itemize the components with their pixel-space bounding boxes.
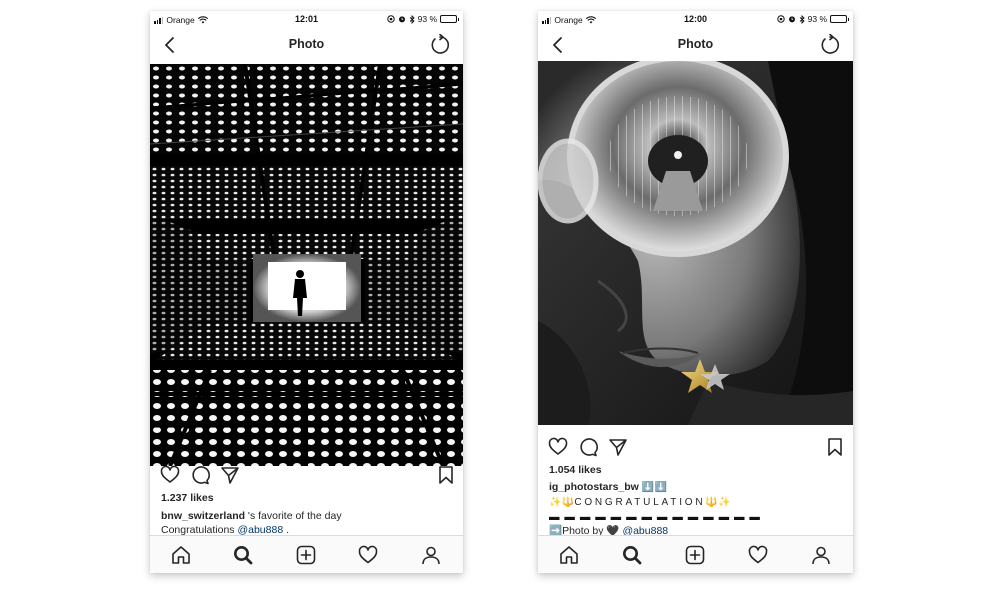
page-title: Photo [288, 37, 325, 51]
page-title: Photo [677, 37, 714, 51]
caption-username[interactable]: ig_photostars_bw [549, 481, 639, 493]
post-photo[interactable] [150, 64, 463, 466]
battery-icon [440, 15, 459, 23]
add-post-icon[interactable] [295, 544, 317, 566]
alarm-icon [788, 16, 795, 23]
profile-icon[interactable] [420, 544, 442, 566]
activity-heart-icon[interactable] [747, 544, 769, 566]
share-icon[interactable] [220, 465, 240, 485]
profile-icon[interactable] [810, 544, 832, 566]
home-icon[interactable] [558, 544, 580, 566]
post-photo[interactable] [538, 61, 853, 425]
nav-bar: Photo [538, 29, 853, 63]
tab-bar [150, 535, 463, 573]
comment-icon[interactable] [190, 465, 210, 485]
search-icon[interactable] [232, 544, 254, 566]
post-caption: bnw_switzerland 's favorite of the day C… [161, 509, 455, 537]
bookmark-icon[interactable] [436, 465, 456, 485]
add-post-icon[interactable] [684, 544, 706, 566]
battery-icon [830, 15, 849, 23]
comment-icon[interactable] [578, 437, 598, 457]
bluetooth-icon [409, 14, 415, 24]
caption-dashes: ▬ ▬ ▬ ▬ ▬ ▬ ▬ ▬ ▬ ▬ ▬ ▬ ▬ ▬ [549, 511, 761, 523]
caption-line-2: ✨🔱CONGRATULATION🔱✨ [549, 495, 845, 510]
battery-percent: 93 % [807, 14, 827, 24]
activity-heart-icon[interactable] [357, 544, 379, 566]
bluetooth-icon [799, 14, 805, 24]
search-icon[interactable] [621, 544, 643, 566]
likes-count[interactable]: 1.237 likes [161, 492, 214, 504]
post-caption: ig_photostars_bw ⬇️⬇️ ✨🔱CONGRATULATION🔱✨… [549, 480, 845, 538]
bookmark-icon[interactable] [825, 437, 845, 457]
caption-line-1: ig_photostars_bw ⬇️⬇️ [549, 480, 845, 495]
caption-line-1: bnw_switzerland 's favorite of the day [161, 509, 455, 523]
share-icon[interactable] [608, 437, 628, 457]
caption-congrats-suffix: 🔱✨ [705, 497, 731, 508]
phone-screen-left: Orange 12:01 93 % Photo 1.237 likes bnw_… [150, 11, 463, 573]
status-right: 93 % [776, 14, 849, 24]
like-heart-icon[interactable] [548, 437, 568, 457]
phone-screen-right: Orange 12:00 93 % Photo 1.054 likes ig_p… [538, 11, 853, 573]
tab-bar [538, 535, 853, 573]
likes-count[interactable]: 1.054 likes [549, 464, 602, 476]
refresh-icon[interactable] [819, 34, 841, 56]
status-right: 93 % [386, 14, 459, 24]
post-actions [538, 433, 853, 461]
status-bar: Orange 12:01 93 % [150, 11, 463, 29]
nav-bar: Photo [150, 29, 463, 63]
orientation-lock-icon [776, 15, 785, 23]
caption-arrows: ⬇️⬇️ [638, 482, 668, 493]
caption-text: 's favorite of the day [245, 510, 342, 522]
refresh-icon[interactable] [429, 34, 451, 56]
like-heart-icon[interactable] [160, 465, 180, 485]
caption-congrats: CONGRATULATION [574, 497, 706, 508]
hall-photo-image [150, 64, 463, 466]
caption-congrats-prefix: ✨🔱 [549, 497, 575, 508]
post-actions [150, 461, 463, 489]
caption-username[interactable]: bnw_switzerland [161, 510, 245, 522]
home-icon[interactable] [170, 544, 192, 566]
alarm-icon [398, 16, 405, 23]
portrait-photo-image [538, 61, 853, 425]
orientation-lock-icon [386, 15, 395, 23]
status-bar: Orange 12:00 93 % [538, 11, 853, 29]
battery-percent: 93 % [417, 14, 437, 24]
